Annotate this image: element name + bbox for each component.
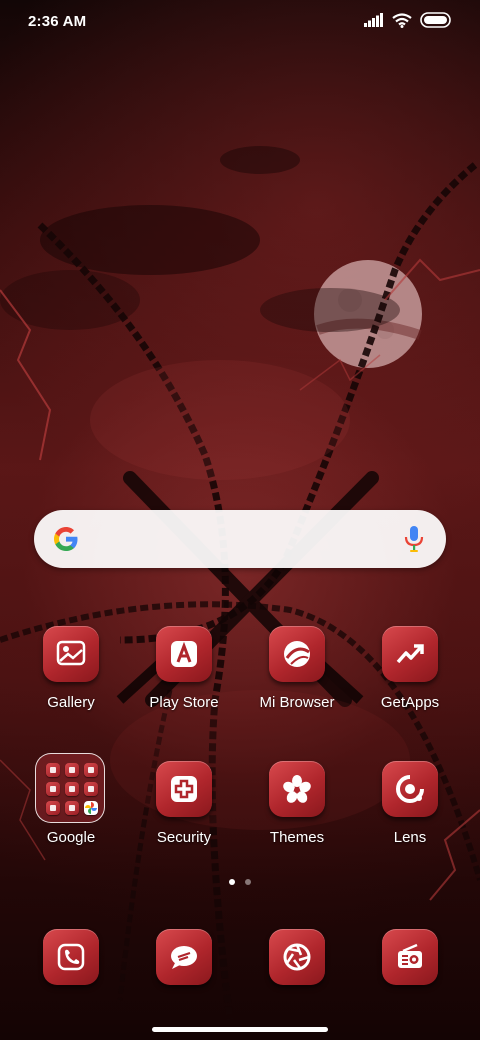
page-indicator [0,879,480,885]
folder-google[interactable]: Google [21,753,121,865]
wifi-icon [392,12,412,28]
play-store-icon [156,626,212,682]
dock-camera[interactable] [247,929,347,985]
microphone-icon[interactable] [402,524,426,554]
phone-icon [43,929,99,985]
lens-icon [382,761,438,817]
google-g-icon [54,527,78,551]
gallery-icon [43,626,99,682]
camera-icon [269,929,325,985]
home-indicator[interactable] [152,1027,328,1032]
dock-messages[interactable] [134,929,234,985]
app-getapps[interactable]: GetApps [360,626,460,730]
google-search-bar[interactable] [34,510,446,568]
mini-app-icon [46,801,60,815]
themes-icon [269,761,325,817]
app-label: Gallery [47,694,95,711]
messages-icon [156,929,212,985]
app-label: Lens [393,829,427,846]
mini-app-icon [65,801,79,815]
mini-app-icon [46,782,60,796]
photos-icon [84,801,98,815]
folder-icon [35,753,105,823]
app-label: Mi Browser [259,694,335,711]
dock-phone[interactable] [21,929,121,985]
app-play-store[interactable]: Play Store [134,626,234,730]
dock-radio[interactable] [360,929,460,985]
moon [314,260,422,368]
security-icon [156,761,212,817]
status-icons [364,12,452,28]
app-security[interactable]: Security [134,761,234,865]
browser-icon [269,626,325,682]
mini-app-icon [65,782,79,796]
status-bar: 2:36 AM [0,0,480,44]
app-label: Play Store [149,694,219,711]
getapps-icon [382,626,438,682]
app-gallery[interactable]: Gallery [21,626,121,730]
app-label: Google [46,829,96,846]
battery-icon [420,12,451,28]
page-dot-active[interactable] [229,879,235,885]
app-themes[interactable]: Themes [247,761,347,865]
app-label: Themes [269,829,325,846]
radio-icon [382,929,438,985]
status-time: 2:36 AM [28,13,87,30]
mini-app-icon [46,763,60,777]
app-label: Security [156,829,212,846]
signal-icon [364,13,383,27]
mini-app-icon [84,782,98,796]
mini-app-icon [84,763,98,777]
app-lens[interactable]: Lens [360,761,460,865]
app-mi-browser[interactable]: Mi Browser [247,626,347,730]
page-dot[interactable] [245,879,251,885]
app-label: GetApps [380,694,440,711]
mini-app-icon [65,763,79,777]
